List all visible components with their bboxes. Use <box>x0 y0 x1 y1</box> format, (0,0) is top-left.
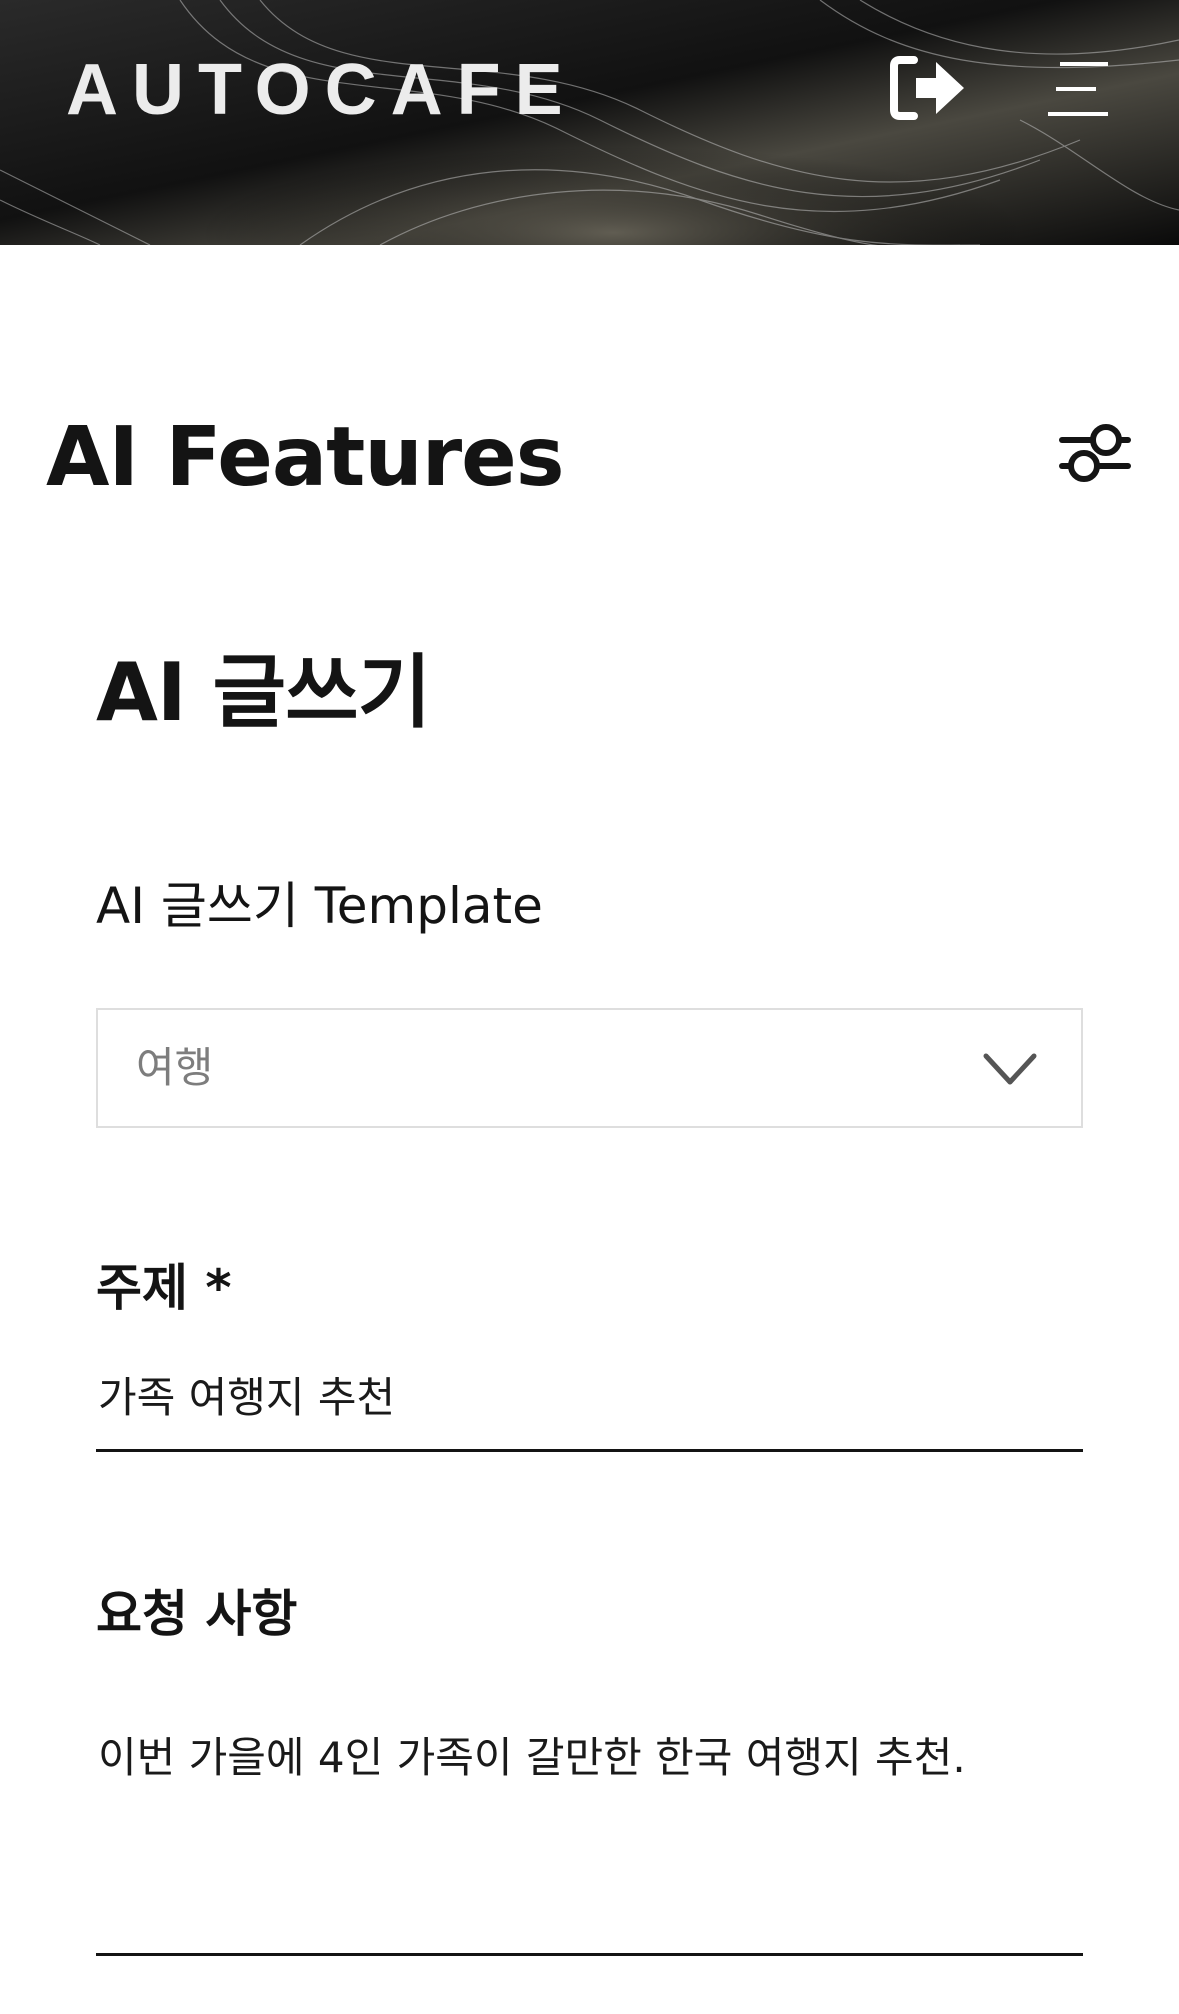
topic-input-value: 가족 여행지 추천 <box>98 1373 396 1422</box>
page-title: AI Features <box>46 410 565 505</box>
app-logo: AUTOCAFE <box>66 50 577 130</box>
chevron-down-icon <box>983 1053 1037 1085</box>
topic-input[interactable]: 가족 여행지 추천 <box>96 1360 1083 1452</box>
app-header: AUTOCAFE <box>0 0 1179 245</box>
logout-button[interactable] <box>890 52 970 124</box>
logout-icon <box>890 56 964 120</box>
section-title: AI 글쓰기 <box>96 646 431 739</box>
template-select[interactable]: 여행 <box>96 1008 1083 1128</box>
hamburger-menu-icon <box>1048 62 1108 116</box>
menu-button[interactable] <box>1044 58 1110 120</box>
request-textarea-value: 이번 가을에 4인 가족이 갈만한 한국 여행지 추천. <box>98 1733 966 1782</box>
sliders-icon <box>1059 424 1131 482</box>
filter-settings-button[interactable] <box>1058 418 1132 488</box>
request-label: 요청 사항 <box>96 1585 298 1643</box>
template-selected-value: 여행 <box>136 1043 214 1092</box>
topic-label: 주제 * <box>96 1259 232 1317</box>
template-label: AI 글쓰기 Template <box>96 877 543 935</box>
request-textarea[interactable]: 이번 가을에 4인 가족이 갈만한 한국 여행지 추천. <box>96 1720 1083 1956</box>
